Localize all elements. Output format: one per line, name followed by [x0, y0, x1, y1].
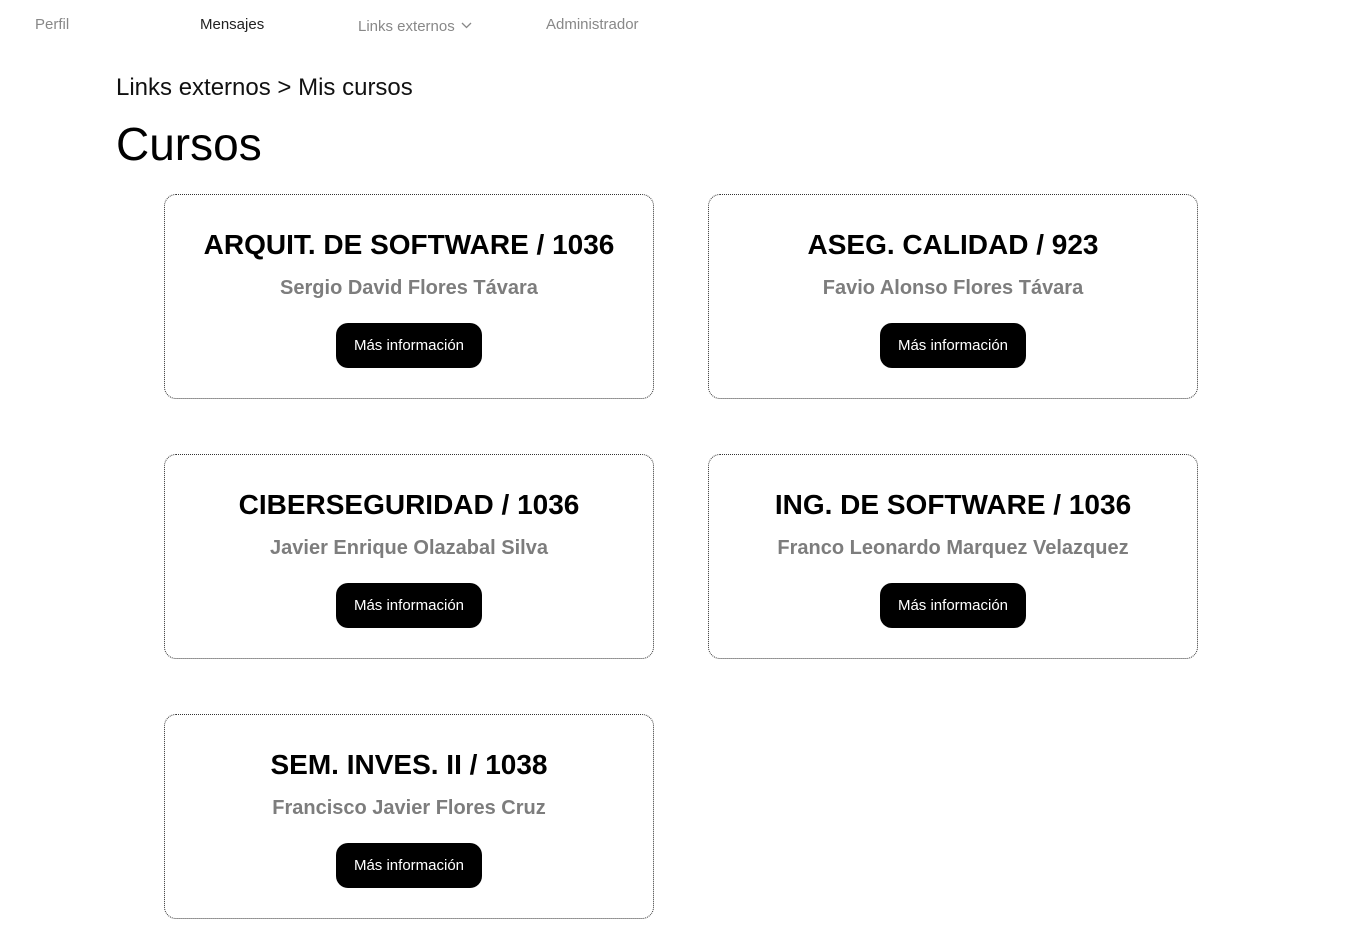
more-info-button[interactable]: Más información [336, 843, 482, 888]
course-teacher: Franco Leonardo Marquez Velazquez [777, 537, 1129, 559]
nav-item-perfil[interactable]: Perfil [35, 16, 69, 33]
nav-item-administrador[interactable]: Administrador [546, 16, 639, 33]
course-card: SEM. INVES. II / 1038 Francisco Javier F… [164, 714, 654, 919]
nav-item-mensajes[interactable]: Mensajes [200, 16, 264, 33]
course-teacher: Francisco Javier Flores Cruz [272, 797, 546, 819]
course-card: ASEG. CALIDAD / 923 Favio Alonso Flores … [708, 194, 1198, 399]
more-info-button[interactable]: Más información [336, 323, 482, 368]
chevron-down-icon [461, 16, 472, 33]
course-card: CIBERSEGURIDAD / 1036 Javier Enrique Ola… [164, 454, 654, 659]
nav-item-links-externos[interactable]: Links externos [358, 16, 472, 35]
course-title: ING. DE SOFTWARE / 1036 [774, 489, 1132, 520]
more-info-button[interactable]: Más información [880, 323, 1026, 368]
course-card: ING. DE SOFTWARE / 1036 Franco Leonardo … [708, 454, 1198, 659]
course-teacher: Sergio David Flores Távara [280, 277, 538, 299]
course-title: CIBERSEGURIDAD / 1036 [238, 489, 580, 520]
course-teacher: Javier Enrique Olazabal Silva [270, 537, 548, 559]
more-info-button[interactable]: Más información [880, 583, 1026, 628]
course-card: ARQUIT. DE SOFTWARE / 1036 Sergio David … [164, 194, 654, 399]
more-info-button[interactable]: Más información [336, 583, 482, 628]
course-teacher: Favio Alonso Flores Távara [822, 277, 1084, 299]
course-title: ASEG. CALIDAD / 923 [807, 229, 1099, 260]
breadcrumb: Links externos > Mis cursos [116, 74, 413, 101]
course-title: ARQUIT. DE SOFTWARE / 1036 [203, 229, 615, 260]
course-title: SEM. INVES. II / 1038 [270, 749, 548, 780]
page-title: Cursos [116, 118, 262, 170]
nav-item-links-externos-label: Links externos [358, 18, 455, 35]
top-nav: Perfil Mensajes Links externos Administr… [0, 0, 1348, 50]
